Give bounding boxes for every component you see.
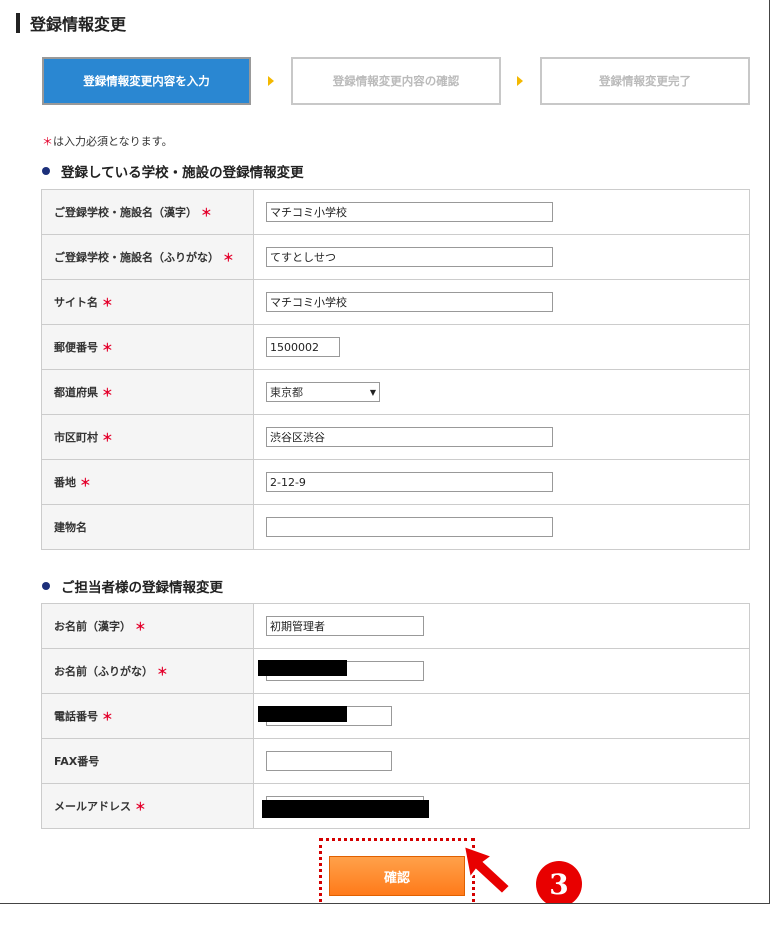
label-text: 市区町村	[54, 431, 98, 444]
section-heading-school: 登録している学校・施設の登録情報変更	[42, 161, 304, 181]
label-text: 建物名	[54, 521, 87, 534]
progress-steps: 登録情報変更内容を入力 登録情報変更内容の確認 登録情報変更完了	[42, 57, 750, 105]
bullet-icon	[42, 582, 50, 590]
step-input: 登録情報変更内容を入力	[42, 57, 251, 105]
redaction-bar	[258, 660, 347, 676]
school-form-table: ご登録学校・施設名（漢字） ＊ マチコミ小学校 ご登録学校・施設名（ふりがな） …	[41, 189, 750, 550]
table-row: FAX番号	[41, 738, 750, 784]
field-label: メールアドレス ＊	[41, 783, 254, 829]
field-label: FAX番号	[41, 738, 254, 784]
field-label: 都道府県 ＊	[41, 369, 254, 415]
label-text: 番地	[54, 476, 76, 489]
address-number-input[interactable]: 2-12-9	[266, 472, 553, 492]
label-text: お名前（漢字）	[54, 620, 131, 633]
field-cell	[253, 504, 750, 550]
required-star: ＊	[101, 386, 113, 399]
table-row: 市区町村 ＊ 渋谷区渋谷	[41, 414, 750, 460]
required-star: ＊	[101, 341, 113, 354]
required-note-text: は入力必須となります。	[53, 135, 173, 148]
section-heading-contact: ご担当者様の登録情報変更	[42, 576, 223, 596]
field-label: 番地 ＊	[41, 459, 254, 505]
field-label: 電話番号 ＊	[41, 693, 254, 739]
field-label: お名前（漢字） ＊	[41, 603, 254, 649]
table-row: 電話番号 ＊	[41, 693, 750, 739]
label-text: 都道府県	[54, 386, 98, 399]
school-name-kana-input[interactable]: てすとしせつ	[266, 247, 553, 267]
prefecture-select[interactable]: 東京都 ▼	[266, 382, 380, 402]
table-row: ご登録学校・施設名（ふりがな） ＊ てすとしせつ	[41, 234, 750, 280]
step-complete: 登録情報変更完了	[540, 57, 750, 105]
redaction-bar	[262, 800, 429, 818]
prefecture-selected-value: 東京都	[270, 386, 303, 399]
label-text: ご登録学校・施設名（ふりがな）	[54, 251, 219, 264]
required-star: ＊	[101, 431, 113, 444]
label-text: サイト名	[54, 296, 98, 309]
table-row: お名前（ふりがな） ＊	[41, 648, 750, 694]
step-arrow-icon	[268, 76, 274, 86]
field-label: お名前（ふりがな） ＊	[41, 648, 254, 694]
field-cell: 1500002	[253, 324, 750, 370]
contact-name-kanji-input[interactable]: 初期管理者	[266, 616, 424, 636]
field-cell: 渋谷区渋谷	[253, 414, 750, 460]
field-label: 郵便番号 ＊	[41, 324, 254, 370]
table-row: 郵便番号 ＊ 1500002	[41, 324, 750, 370]
page-title: 登録情報変更	[30, 15, 127, 34]
field-cell	[253, 738, 750, 784]
label-text: 電話番号	[54, 710, 98, 723]
confirm-button-highlight: 確認	[319, 838, 475, 903]
postal-code-input[interactable]: 1500002	[266, 337, 340, 357]
step-number-badge: 3	[536, 861, 582, 903]
building-name-input[interactable]	[266, 517, 553, 537]
section-heading-school-text: 登録している学校・施設の登録情報変更	[61, 165, 304, 181]
label-text: FAX番号	[54, 755, 100, 768]
label-text: ご登録学校・施設名（漢字）	[54, 206, 197, 219]
field-cell: マチコミ小学校	[253, 279, 750, 325]
section-heading-contact-text: ご担当者様の登録情報変更	[61, 580, 223, 596]
required-star: ＊	[42, 135, 53, 148]
required-star: ＊	[156, 665, 168, 678]
table-row: 番地 ＊ 2-12-9	[41, 459, 750, 505]
page-frame: 登録情報変更 登録情報変更内容を入力 登録情報変更内容の確認 登録情報変更完了 …	[0, 0, 770, 904]
step-arrow-icon	[517, 76, 523, 86]
contact-form-table: お名前（漢字） ＊ 初期管理者 お名前（ふりがな） ＊ 電話番号 ＊ FAX番号…	[41, 603, 750, 829]
required-note: ＊は入力必須となります。	[42, 133, 173, 149]
page-title-bar: 登録情報変更	[16, 12, 126, 34]
dropdown-arrow-icon: ▼	[369, 387, 376, 397]
required-star: ＊	[222, 251, 234, 264]
table-row: 建物名	[41, 504, 750, 550]
field-label: 市区町村 ＊	[41, 414, 254, 460]
fax-input[interactable]	[266, 751, 392, 771]
redaction-bar	[258, 706, 347, 722]
required-star: ＊	[134, 620, 146, 633]
label-text: お名前（ふりがな）	[54, 665, 153, 678]
city-input[interactable]: 渋谷区渋谷	[266, 427, 553, 447]
field-label: 建物名	[41, 504, 254, 550]
step-confirm: 登録情報変更内容の確認	[291, 57, 501, 105]
table-row: 都道府県 ＊ 東京都 ▼	[41, 369, 750, 415]
field-cell: 初期管理者	[253, 603, 750, 649]
field-cell: 2-12-9	[253, 459, 750, 505]
label-text: メールアドレス	[54, 800, 131, 813]
required-star: ＊	[79, 476, 91, 489]
field-label: ご登録学校・施設名（ふりがな） ＊	[41, 234, 254, 280]
field-cell: 東京都 ▼	[253, 369, 750, 415]
field-label: ご登録学校・施設名（漢字） ＊	[41, 189, 254, 235]
bullet-icon	[42, 167, 50, 175]
field-cell: てすとしせつ	[253, 234, 750, 280]
table-row: ご登録学校・施設名（漢字） ＊ マチコミ小学校	[41, 189, 750, 235]
required-star: ＊	[200, 206, 212, 219]
required-star: ＊	[134, 800, 146, 813]
field-label: サイト名 ＊	[41, 279, 254, 325]
pointer-arrow-icon	[462, 844, 512, 896]
title-accent-bar	[16, 13, 20, 33]
site-name-input[interactable]: マチコミ小学校	[266, 292, 553, 312]
required-star: ＊	[101, 710, 113, 723]
table-row: サイト名 ＊ マチコミ小学校	[41, 279, 750, 325]
school-name-kanji-input[interactable]: マチコミ小学校	[266, 202, 553, 222]
field-cell: マチコミ小学校	[253, 189, 750, 235]
confirm-button[interactable]: 確認	[329, 856, 465, 896]
label-text: 郵便番号	[54, 341, 98, 354]
table-row: お名前（漢字） ＊ 初期管理者	[41, 603, 750, 649]
required-star: ＊	[101, 296, 113, 309]
